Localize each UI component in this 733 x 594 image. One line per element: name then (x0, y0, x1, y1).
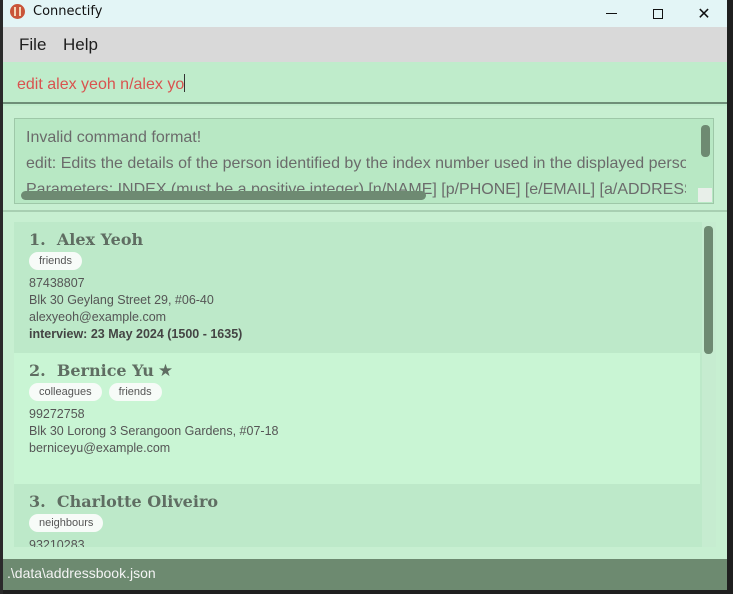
person-card[interactable]: 1. Alex Yeoh friends 87438807 Blk 30 Gey… (14, 222, 700, 353)
tag-list: neighbours (29, 514, 104, 532)
result-line: Invalid command format! (26, 129, 202, 146)
person-address: Blk 30 Lorong 3 Serangoon Gardens, #07-1… (29, 424, 279, 438)
person-name: 1. Alex Yeoh (29, 230, 143, 249)
command-box: edit alex yeoh n/alex yo (3, 62, 727, 106)
title-bar: Connectify ✕ (3, 0, 727, 27)
menu-help[interactable]: Help (63, 35, 98, 55)
tag: neighbours (29, 514, 104, 532)
person-index: 2. (29, 361, 46, 380)
person-address: Blk 30 Geylang Street 29, #06-40 (29, 293, 214, 307)
menu-file[interactable]: File (19, 35, 46, 55)
person-email: alexyeoh@example.com (29, 310, 167, 324)
text-caret (184, 74, 186, 92)
maximize-icon (653, 8, 663, 19)
list-vertical-scrollbar[interactable] (704, 226, 713, 354)
close-button[interactable]: ✕ (681, 0, 727, 27)
person-list: 1. Alex Yeoh friends 87438807 Blk 30 Gey… (14, 222, 716, 547)
person-email: berniceyu@example.com (29, 441, 171, 455)
tag: friends (29, 252, 83, 270)
app-icon (10, 4, 25, 19)
tag: friends (108, 383, 162, 401)
person-name-text: Charlotte Oliveiro (56, 492, 219, 511)
close-icon: ✕ (697, 4, 711, 23)
window-title: Connectify (33, 4, 103, 19)
person-name-text: Alex Yeoh (56, 230, 144, 249)
section-divider (3, 210, 727, 212)
tag-list: colleagues friends (29, 383, 162, 401)
minimize-button[interactable] (588, 0, 634, 27)
result-display[interactable]: Invalid command format! edit: Edits the d… (14, 118, 714, 204)
command-text: edit alex yeoh n/alex yo (17, 76, 185, 93)
result-line: edit: Edits the details of the person id… (26, 155, 686, 172)
person-name: 2. Bernice Yu ★ (29, 361, 173, 381)
person-phone: 93210283 (29, 538, 85, 547)
tag-list: friends (29, 252, 83, 270)
star-icon: ★ (157, 361, 174, 381)
app-window: Connectify ✕ File Help edit alex yeoh n/… (3, 0, 727, 590)
data-file-path: .\data\addressbook.json (7, 565, 156, 581)
person-phone: 99272758 (29, 407, 85, 421)
person-interview: interview: 23 May 2024 (1500 - 1635) (29, 327, 243, 341)
person-index: 3. (29, 492, 46, 511)
person-phone: 87438807 (29, 276, 85, 290)
result-horizontal-scrollbar[interactable] (21, 191, 426, 200)
minimize-icon (605, 13, 617, 14)
person-card[interactable]: 3. Charlotte Oliveiro neighbours 9321028… (14, 484, 700, 547)
person-index: 1. (29, 230, 46, 249)
tag: colleagues (29, 383, 102, 401)
result-display-area: Invalid command format! edit: Edits the d… (3, 106, 727, 210)
status-bar: .\data\addressbook.json (3, 559, 727, 590)
result-vertical-scrollbar[interactable] (701, 125, 710, 157)
maximize-button[interactable] (635, 0, 681, 27)
command-input[interactable]: edit alex yeoh n/alex yo (17, 74, 707, 96)
person-name-text: Bernice Yu (56, 361, 154, 380)
person-card[interactable]: 2. Bernice Yu ★ colleagues friends 992727… (14, 353, 700, 484)
command-underline (3, 102, 727, 104)
menu-bar: File Help (3, 27, 727, 62)
scroll-corner (698, 188, 712, 202)
person-name: 3. Charlotte Oliveiro (29, 492, 218, 511)
